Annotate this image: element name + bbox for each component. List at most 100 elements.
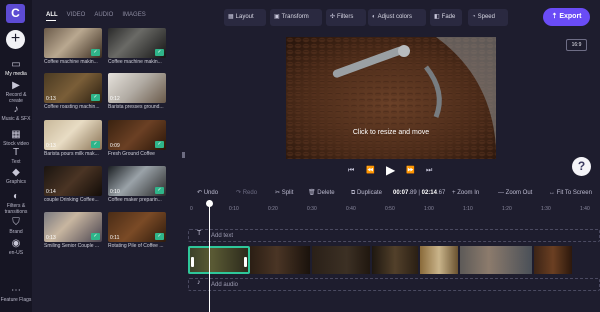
tab-images[interactable]: IMAGES: [122, 12, 145, 18]
nav-item-brand[interactable]: ⛉ Brand: [0, 217, 32, 235]
nav-item-text[interactable]: T Text: [0, 147, 32, 165]
media-caption: Coffee maker preparin...: [108, 197, 162, 203]
filters-transitions-icon: ◐: [12, 191, 20, 202]
media-item[interactable]: 0:09 ✓ Fresh Ground Coffee: [108, 120, 166, 160]
playhead-handle[interactable]: [206, 200, 213, 207]
undo-icon: ↶: [197, 190, 203, 196]
nav-item-music-sfx[interactable]: ♪ Music & SFX: [0, 104, 32, 122]
add-audio-label: Add audio: [211, 282, 239, 288]
media-item[interactable]: 0:13 ✓ Smiling Senior Couple ...: [44, 212, 102, 252]
fast-forward-icon[interactable]: ⏩: [406, 164, 415, 178]
media-thumbnail[interactable]: 0:09 ✓: [108, 120, 166, 150]
transform-icon: ▣: [274, 14, 280, 20]
ruler-tick-label: 0:40: [346, 206, 356, 212]
fade-button[interactable]: ◧ Fade: [430, 9, 462, 26]
undo-button[interactable]: ↶ Undo: [197, 186, 218, 200]
adjust-colors-icon: ◐: [372, 14, 376, 20]
media-item[interactable]: 0:11 ✓ Rotating Pile of Coffee ...: [108, 212, 166, 252]
check-icon: ✓: [91, 49, 100, 56]
trim-handle-right[interactable]: [244, 257, 247, 267]
transform-button[interactable]: ▣ Transform: [270, 9, 322, 26]
media-item[interactable]: ✓ Coffee machine makin...: [44, 28, 102, 68]
play-icon[interactable]: ▶: [386, 163, 395, 177]
media-thumbnail[interactable]: ✓: [44, 28, 102, 58]
feature-flags-icon: ⋯: [11, 285, 21, 296]
nav-item-language[interactable]: ◉ en-US: [0, 238, 32, 256]
skip-forward-icon[interactable]: ⏭: [426, 164, 432, 178]
nav-item-feature-flags[interactable]: ⋯ Feature Flags: [0, 285, 32, 303]
media-item[interactable]: 0:12 Barista presses ground...: [108, 73, 166, 113]
speed-button[interactable]: ◔ Speed: [468, 9, 508, 26]
media-thumbnail[interactable]: 0:13 ✓: [44, 73, 102, 103]
nav-item-record-create[interactable]: ▶ Record & create: [0, 80, 32, 104]
aspect-ratio-button[interactable]: 16:9: [566, 39, 587, 51]
redo-button[interactable]: ↷ Redo: [236, 186, 257, 200]
trim-handle-left[interactable]: [191, 257, 194, 267]
audio-track[interactable]: ♪ Add audio: [188, 278, 600, 291]
selected-clip-outline[interactable]: [188, 246, 250, 274]
speed-label: Speed: [477, 14, 495, 20]
media-item[interactable]: ✓ Coffee machine makin...: [108, 28, 166, 68]
media-caption: Smiling Senior Couple ...: [44, 243, 100, 249]
video-clip[interactable]: [372, 246, 418, 274]
fade-icon: ◧: [434, 14, 440, 20]
media-thumbnail[interactable]: 0:11 ✓: [108, 212, 166, 242]
export-button[interactable]: ⇡ Export: [543, 8, 590, 26]
nav-item-label: Record & create: [5, 92, 27, 104]
adjust-colors-button[interactable]: ◐ Adjust colors: [368, 9, 426, 26]
media-thumbnail[interactable]: 0:14: [44, 166, 102, 196]
transform-label: Transform: [281, 14, 309, 20]
timeline-ruler[interactable]: 0 0:10 0:20 0:30 0:40 0:50 1:00 1:10 1:20 1:30 1:4…: [188, 204, 600, 216]
media-item[interactable]: 0:13 ✓ Coffee roasting machin...: [44, 73, 102, 113]
duration-label: 0:13: [46, 235, 56, 241]
media-caption: Fresh Ground Coffee: [108, 151, 155, 157]
tab-all[interactable]: ALL: [46, 12, 58, 18]
nav-item-stock-video[interactable]: ▦ Stock video: [0, 129, 32, 147]
tab-audio[interactable]: AUDIO: [94, 12, 113, 18]
delete-button[interactable]: 🗑 Delete: [308, 186, 335, 200]
app-logo[interactable]: C: [6, 4, 25, 23]
media-thumbnail[interactable]: 0:12: [108, 73, 166, 103]
check-icon: ✓: [155, 187, 164, 194]
rewind-icon[interactable]: ⏪: [366, 164, 375, 178]
tab-video[interactable]: VIDEO: [67, 12, 86, 18]
fit-to-screen-button[interactable]: ↔ Fit To Screen: [549, 186, 592, 200]
media-item[interactable]: 0:10 ✓ Coffee maker preparin...: [108, 166, 166, 206]
add-text-label: Add text: [211, 233, 234, 239]
media-thumbnail[interactable]: 0:13 ✓: [44, 212, 102, 242]
split-icon: ✂: [275, 190, 281, 196]
zoom-out-button[interactable]: — Zoom Out: [498, 186, 532, 200]
skip-back-icon[interactable]: ⏮: [348, 164, 354, 178]
graphics-icon: ◆: [12, 167, 20, 178]
media-thumbnail[interactable]: ✓: [108, 28, 166, 58]
add-media-button[interactable]: +: [6, 30, 25, 49]
filters-icon: ✣: [330, 14, 336, 20]
media-thumbnail[interactable]: 0:10 ✓: [108, 166, 166, 196]
nav-item-graphics[interactable]: ◆ Graphics: [0, 167, 32, 185]
nav-item-filters-transitions[interactable]: ◐ Filters & transitions: [0, 191, 32, 215]
nav-item-my-media[interactable]: ▭ My media: [0, 59, 32, 77]
duplicate-button[interactable]: ⧉ Duplicate: [351, 186, 382, 200]
video-preview[interactable]: Click to resize and move: [286, 37, 496, 159]
filters-button[interactable]: ✣ Filters: [326, 9, 366, 26]
video-clip[interactable]: [534, 246, 572, 274]
video-clip[interactable]: [312, 246, 370, 274]
media-item[interactable]: 0:13 ✓ Barista pours milk mak...: [44, 120, 102, 160]
split-button[interactable]: ✂ Split: [275, 186, 293, 200]
media-item[interactable]: 0:14 couple Drinking Coffee...: [44, 166, 102, 206]
duplicate-icon: ⧉: [351, 190, 356, 196]
media-scrollbar[interactable]: [182, 152, 185, 158]
check-icon: ✓: [91, 94, 100, 101]
zoom-in-button[interactable]: + Zoom In: [452, 186, 479, 200]
video-clip[interactable]: [460, 246, 532, 274]
video-clip[interactable]: [250, 246, 310, 274]
help-button[interactable]: ?: [572, 157, 591, 176]
playhead[interactable]: [209, 200, 210, 312]
layout-button[interactable]: ▦ Layout: [224, 9, 266, 26]
trash-icon: 🗑: [308, 190, 316, 196]
video-clip[interactable]: [420, 246, 458, 274]
nav-item-label: Brand: [9, 229, 23, 235]
text-track[interactable]: T Add text: [188, 229, 600, 242]
ruler-tick-label: 0:50: [385, 206, 395, 212]
media-thumbnail[interactable]: 0:13 ✓: [44, 120, 102, 150]
